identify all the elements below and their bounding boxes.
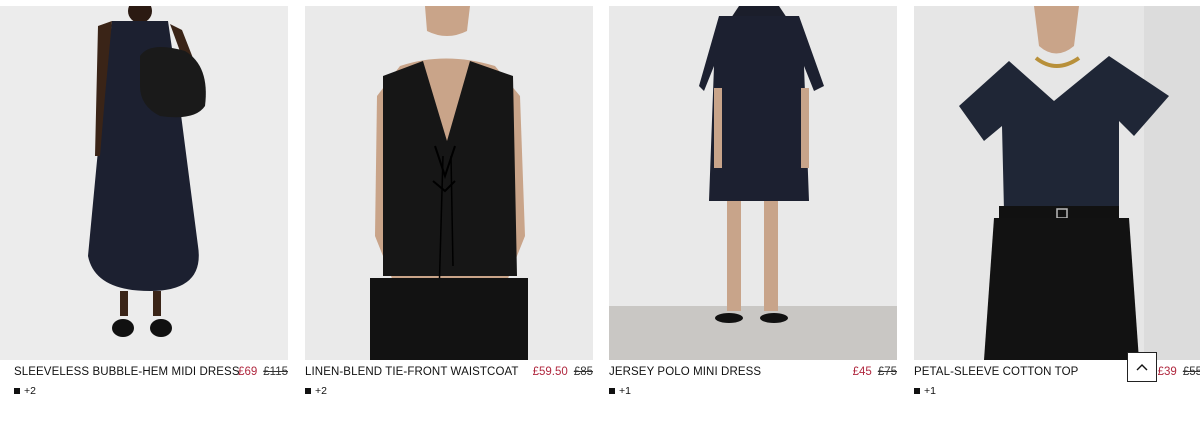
original-price: £115: [263, 366, 288, 378]
colour-swatch[interactable]: [14, 388, 20, 394]
sale-price: £45: [852, 366, 872, 378]
product-image[interactable]: [0, 6, 288, 360]
product-price: £59.50 £85: [533, 366, 593, 378]
product-image[interactable]: [609, 6, 897, 360]
product-image[interactable]: [914, 6, 1200, 360]
colour-swatches[interactable]: +1: [914, 385, 936, 397]
original-price: £55: [1182, 366, 1200, 378]
sale-price: £59.50: [532, 366, 568, 378]
original-price: £75: [877, 366, 897, 378]
colour-swatches[interactable]: +2: [14, 385, 36, 397]
product-name[interactable]: PETAL-SLEEVE COTTON TOP: [914, 366, 1078, 378]
more-colours-count: +2: [24, 385, 36, 397]
product-card[interactable]: PETAL-SLEEVE COTTON TOP £39 £55 +1: [914, 6, 1200, 404]
product-name[interactable]: LINEN-BLEND TIE-FRONT WAISTCOAT: [305, 366, 519, 378]
colour-swatch[interactable]: [609, 388, 615, 394]
model-photo-polo-dress: [609, 6, 897, 360]
product-card[interactable]: JERSEY POLO MINI DRESS £45 £75 +1: [609, 6, 897, 404]
model-photo-waistcoat: [305, 6, 593, 360]
scroll-to-top-button[interactable]: [1127, 352, 1157, 382]
product-grid: SLEEVELESS BUBBLE-HEM MIDI DRESS £69 £115…: [0, 6, 1200, 406]
product-image[interactable]: [305, 6, 593, 360]
model-photo-petal-top: [914, 6, 1200, 360]
product-name[interactable]: JERSEY POLO MINI DRESS: [609, 366, 761, 378]
product-card[interactable]: LINEN-BLEND TIE-FRONT WAISTCOAT £59.50 £8…: [305, 6, 593, 404]
product-price: £69 £115: [238, 366, 288, 378]
more-colours-count: +1: [924, 385, 936, 397]
product-name[interactable]: SLEEVELESS BUBBLE-HEM MIDI DRESS: [14, 366, 240, 378]
product-price: £39 £55: [1158, 366, 1200, 378]
colour-swatch[interactable]: [914, 388, 920, 394]
sale-price: £69: [238, 366, 258, 378]
colour-swatches[interactable]: +2: [305, 385, 327, 397]
product-card[interactable]: SLEEVELESS BUBBLE-HEM MIDI DRESS £69 £115…: [0, 6, 288, 404]
colour-swatches[interactable]: +1: [609, 385, 631, 397]
model-photo-dress: [0, 6, 288, 360]
sale-price: £39: [1157, 366, 1177, 378]
more-colours-count: +2: [315, 385, 327, 397]
colour-swatch[interactable]: [305, 388, 311, 394]
more-colours-count: +1: [619, 385, 631, 397]
original-price: £85: [573, 366, 593, 378]
chevron-up-icon: [1136, 364, 1148, 371]
product-price: £45 £75: [853, 366, 897, 378]
